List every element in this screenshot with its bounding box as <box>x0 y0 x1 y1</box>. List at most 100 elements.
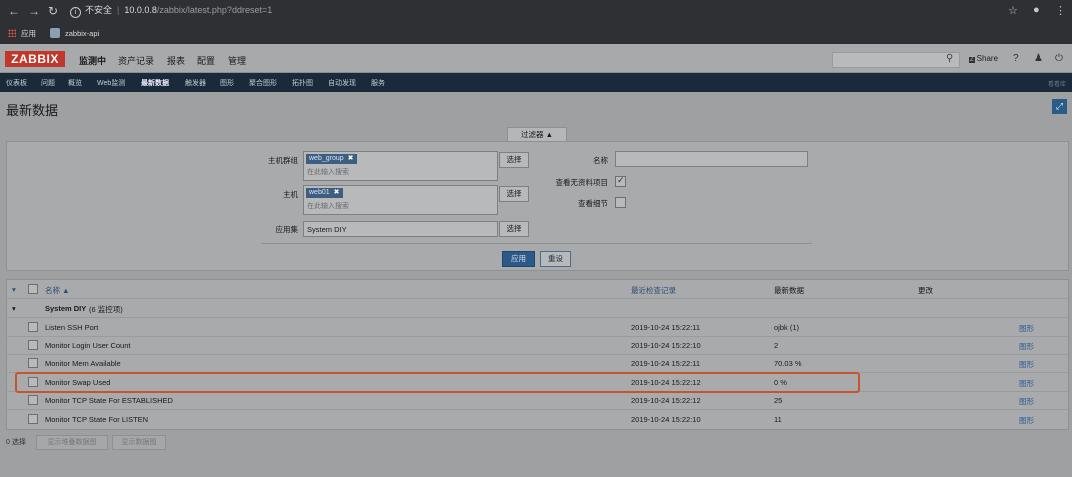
apply-button[interactable]: 应用 <box>502 251 535 267</box>
name-label: 名称 <box>593 156 608 165</box>
menu-reports[interactable]: 报表 <box>167 54 185 67</box>
show-stacked-graph-button[interactable]: 显示堆叠数据图 <box>36 435 108 450</box>
subnav-screens[interactable]: 聚合图形 <box>249 78 277 88</box>
header-last-check[interactable]: 最近检查记录 <box>631 285 676 296</box>
header-name[interactable]: 名称 ▲ <box>45 285 70 296</box>
subnav-maps[interactable]: 拓扑图 <box>292 78 313 88</box>
application-select-button[interactable]: 选择 <box>499 221 529 237</box>
latest-data-table: ▾ 名称 ▲ 最近检查记录 最新数据 更改 ▾ System DIY (6 监控… <box>6 279 1069 430</box>
host-placeholder: 在此输入搜索 <box>307 203 349 210</box>
host-group-label: 主机群组 <box>268 156 298 165</box>
item-name: Listen SSH Port <box>45 323 99 332</box>
back-icon[interactable]: ← <box>8 4 20 18</box>
table-row: Monitor Mem Available 2019-10-24 15:22:1… <box>7 354 1068 373</box>
row-checkbox[interactable] <box>28 322 38 332</box>
host-multiselect[interactable]: web01 ✖ 在此输入搜索 <box>303 185 498 215</box>
group-count: (6 监控项) <box>89 305 123 314</box>
fullscreen-icon[interactable]: ⤢ <box>1052 99 1067 114</box>
menu-monitoring[interactable]: 监测中 <box>79 54 106 67</box>
menu-configuration[interactable]: 配置 <box>197 54 215 67</box>
page-title: 最新数据 <box>6 103 59 118</box>
url-host: 10.0.0.8 <box>124 5 157 15</box>
row-checkbox[interactable] <box>28 414 38 424</box>
select-all-checkbox[interactable] <box>28 284 38 294</box>
graph-link[interactable]: 图形 <box>1019 396 1034 407</box>
logout-icon[interactable]: ⏻ <box>1055 53 1063 64</box>
bookmarks-bar: 应用 zabbix-api <box>0 24 1072 44</box>
subnav-web[interactable]: Web监测 <box>97 78 125 88</box>
table-header: ▾ 名称 ▲ 最近检查记录 最新数据 更改 <box>7 280 1068 299</box>
table-row: Monitor TCP State For LISTEN 2019-10-24 … <box>7 410 1068 428</box>
zabbix-logo[interactable]: ZABBIX <box>5 51 65 67</box>
show-details-checkbox[interactable] <box>615 197 626 208</box>
reset-button[interactable]: 重设 <box>540 251 571 267</box>
info-icon[interactable]: i <box>70 7 81 18</box>
show-details-label: 查看细节 <box>578 199 608 208</box>
subnav-graphs[interactable]: 图形 <box>220 78 234 88</box>
bookmark-zabbix-api[interactable]: zabbix-api <box>50 28 99 38</box>
zabbix-header: ZABBIX 监测中 资产记录 报表 配置 管理 ⚲ Z Share ? ♟ ⏻ <box>0 44 1072 73</box>
host-group-placeholder: 在此输入搜索 <box>307 169 349 176</box>
menu-inventory[interactable]: 资产记录 <box>118 54 154 67</box>
graph-link[interactable]: 图形 <box>1019 378 1034 389</box>
url-path: /zabbix/latest.php?ddreset=1 <box>156 5 273 15</box>
show-no-data-checkbox[interactable] <box>615 175 626 187</box>
subnav-right-link[interactable]: 看看库 <box>1048 79 1066 88</box>
subnav-dashboard[interactable]: 仪表板 <box>6 78 27 88</box>
remove-tag-icon[interactable]: ✖ <box>348 155 354 162</box>
forward-icon[interactable]: → <box>28 4 40 18</box>
host-group-multiselect[interactable]: web_group ✖ 在此输入搜索 <box>303 151 498 181</box>
filter-divider <box>261 243 812 244</box>
bookmark-apps[interactable]: 应用 <box>8 28 36 39</box>
item-last-value: 11 <box>774 415 782 424</box>
collapse-group-icon[interactable]: ▾ <box>12 304 16 313</box>
account-icon[interactable]: ● <box>1033 4 1040 16</box>
item-last-check: 2019-10-24 15:22:10 <box>631 415 701 424</box>
reload-icon[interactable]: ↻ <box>48 4 58 18</box>
application-input[interactable]: System DIY <box>303 221 498 237</box>
table-row: Monitor Login User Count 2019-10-24 15:2… <box>7 336 1068 355</box>
item-name: Monitor Login User Count <box>45 341 131 350</box>
item-last-check: 2019-10-24 15:22:11 <box>631 359 701 368</box>
browser-toolbar: ← → ↻ i 不安全 | 10.0.0.8/zabbix/latest.php?dd… <box>0 0 1072 24</box>
host-select-button[interactable]: 选择 <box>499 186 529 202</box>
graph-link[interactable]: 图形 <box>1019 415 1034 426</box>
user-profile-icon[interactable]: ♟ <box>1034 53 1043 64</box>
highlight-annotation <box>15 372 860 393</box>
item-name: Monitor Mem Available <box>45 359 121 368</box>
host-tag: web01 ✖ <box>306 188 343 198</box>
row-checkbox[interactable] <box>28 358 38 368</box>
graph-link[interactable]: 图形 <box>1019 341 1034 352</box>
application-label: 应用集 <box>275 225 299 234</box>
sub-navigation: 仪表板 问题 概览 Web监测 最新数据 触发器 图形 聚合图形 拓扑图 自动发… <box>0 73 1072 92</box>
subnav-overview[interactable]: 概览 <box>68 78 82 88</box>
item-name: Monitor TCP State For ESTABLISHED <box>45 396 173 405</box>
graph-link[interactable]: 图形 <box>1019 359 1034 370</box>
row-checkbox[interactable] <box>28 340 38 350</box>
subnav-discovery[interactable]: 自动发现 <box>328 78 356 88</box>
show-graph-button[interactable]: 显示数据图 <box>112 435 166 450</box>
subnav-services[interactable]: 服务 <box>371 78 385 88</box>
security-label: 不安全 <box>85 5 113 15</box>
address-bar[interactable]: i 不安全 | 10.0.0.8/zabbix/latest.php?ddreset=… <box>70 3 272 18</box>
filter-tab[interactable]: 过滤器 ▲ <box>507 127 567 142</box>
host-group-select-button[interactable]: 选择 <box>499 152 529 168</box>
item-last-value: 2 <box>774 341 779 350</box>
subnav-latest-data[interactable]: 最新数据 <box>141 78 169 88</box>
global-search-input[interactable] <box>832 52 960 68</box>
help-icon[interactable]: ? <box>1013 53 1019 64</box>
search-icon[interactable]: ⚲ <box>946 53 953 64</box>
menu-kebab-icon[interactable]: ⋮ <box>1055 4 1066 17</box>
subnav-problems[interactable]: 问题 <box>41 78 55 88</box>
share-button[interactable]: Z Share <box>969 54 998 63</box>
remove-tag-icon[interactable]: ✖ <box>334 189 340 196</box>
group-name: System DIY <box>45 304 87 313</box>
graph-link[interactable]: 图形 <box>1019 323 1034 334</box>
row-checkbox[interactable] <box>28 395 38 405</box>
name-input[interactable] <box>615 151 808 167</box>
table-row: Listen SSH Port 2019-10-24 15:22:11 ojbk… <box>7 318 1068 337</box>
bookmark-star-icon[interactable]: ☆ <box>1008 4 1018 17</box>
subnav-triggers[interactable]: 触发器 <box>185 78 206 88</box>
collapse-all-icon[interactable]: ▾ <box>12 285 16 294</box>
menu-administration[interactable]: 管理 <box>228 54 246 67</box>
